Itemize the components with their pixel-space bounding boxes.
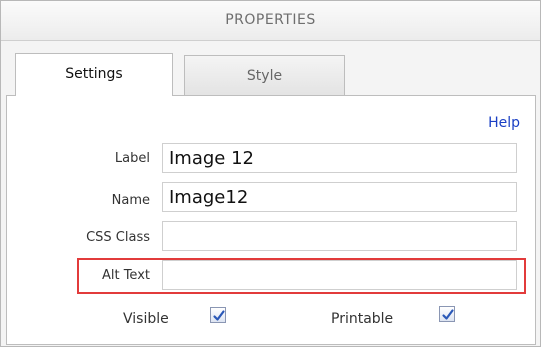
label-input[interactable] <box>162 143 517 173</box>
name-input[interactable] <box>162 182 517 212</box>
label-field-label: Label <box>114 151 150 166</box>
checkmark-icon <box>442 309 454 320</box>
visible-label: Visible <box>123 311 169 327</box>
panel-title: PROPERTIES <box>1 1 540 41</box>
settings-content <box>6 95 536 345</box>
css-class-input[interactable] <box>162 221 517 251</box>
help-link[interactable]: Help <box>470 115 520 131</box>
printable-label: Printable <box>331 311 394 327</box>
checkmark-icon <box>213 310 225 321</box>
name-field-label: Name <box>111 193 150 208</box>
css-class-field-label: CSS Class <box>86 230 150 245</box>
printable-checkbox[interactable] <box>439 306 455 322</box>
tab-style[interactable]: Style <box>184 55 345 96</box>
alt-text-highlight <box>77 258 526 294</box>
tab-settings[interactable]: Settings <box>15 53 173 96</box>
visible-checkbox[interactable] <box>210 307 226 323</box>
